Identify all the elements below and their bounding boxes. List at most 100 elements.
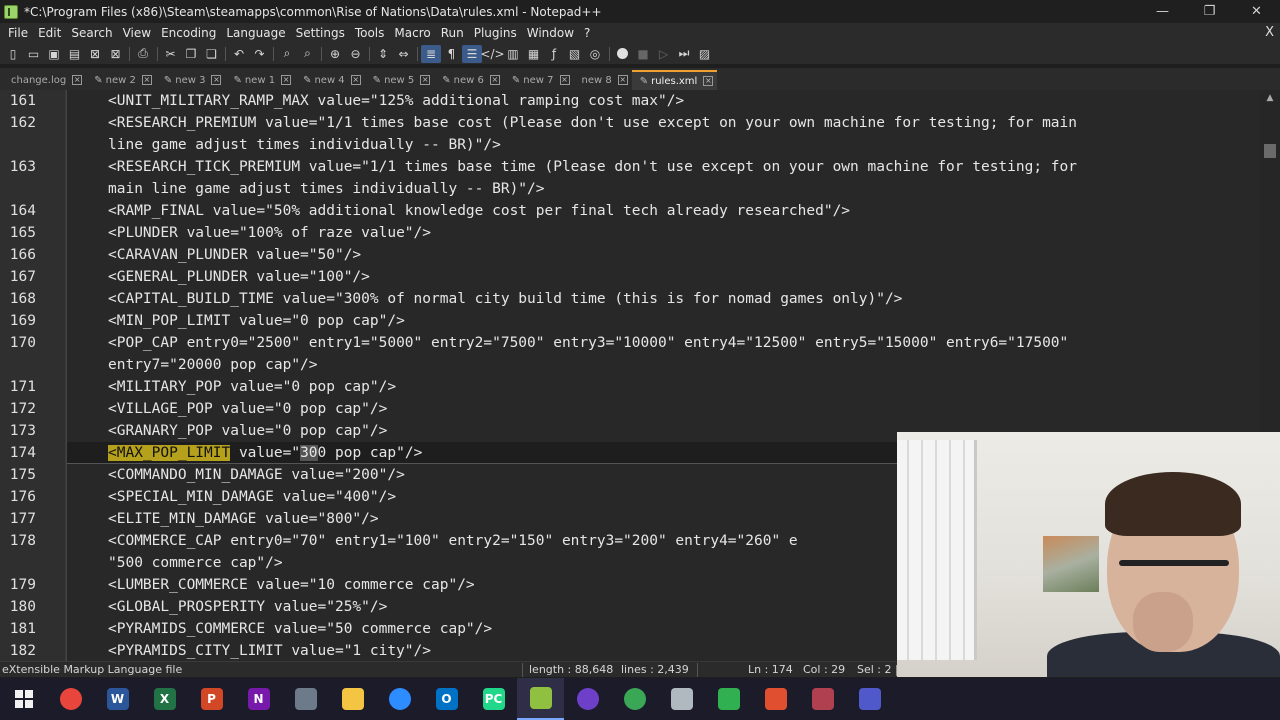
code-line[interactable]: <PYRAMIDS_CITY_LIMIT value="1 city"/> <box>108 640 431 661</box>
stop-record-icon[interactable]: ■ <box>633 45 653 63</box>
menu-run[interactable]: Run <box>436 23 469 43</box>
record-macro-icon[interactable] <box>613 45 633 63</box>
taskbar-teams-icon[interactable] <box>846 678 893 720</box>
indent-guide-icon[interactable]: ☰ <box>462 44 482 63</box>
code-line[interactable]: <SPECIAL_MIN_DAMAGE value="400"/> <box>108 486 396 508</box>
code-line[interactable]: <MILITARY_POP value="0 pop cap"/> <box>108 376 396 398</box>
tab-close-icon[interactable]: × <box>703 76 714 86</box>
monitor-icon[interactable]: ◎ <box>585 45 605 63</box>
copy-icon[interactable]: ❐ <box>181 45 201 63</box>
tab-new-1[interactable]: ✎ new 1 × <box>225 70 295 90</box>
code-line[interactable]: main line game adjust times individually… <box>108 178 545 200</box>
tab-new-5[interactable]: ✎ new 5 × <box>365 70 435 90</box>
close-all-icon[interactable]: ⊠ <box>106 45 126 63</box>
menu-window[interactable]: Window <box>522 23 579 43</box>
code-line[interactable]: <GRANARY_POP value="0 pop cap"/> <box>108 420 387 442</box>
tab-new-6[interactable]: ✎ new 6 × <box>434 70 504 90</box>
zoom-out-icon[interactable]: ⊖ <box>346 45 366 63</box>
taskbar-word-icon[interactable]: W <box>94 678 141 720</box>
tab-close-icon[interactable]: × <box>141 75 152 85</box>
tab-new-2[interactable]: ✎ new 2 × <box>86 70 156 90</box>
code-line[interactable]: <RESEARCH_TICK_PREMIUM value="1/1 times … <box>108 156 1077 178</box>
code-line[interactable]: <ELITE_MIN_DAMAGE value="800"/> <box>108 508 379 530</box>
new-file-icon[interactable]: ▯ <box>3 45 23 63</box>
code-line[interactable]: <POP_CAP entry0="2500" entry1="5000" ent… <box>108 332 1068 354</box>
taskbar-powerpoint-icon[interactable]: P <box>188 678 235 720</box>
code-line[interactable]: <CARAVAN_PLUNDER value="50"/> <box>108 244 361 266</box>
close-document-button[interactable]: X <box>1265 23 1274 43</box>
tab-new-7[interactable]: ✎ new 7 × <box>504 70 574 90</box>
menu-macro[interactable]: Macro <box>389 23 435 43</box>
code-line[interactable]: <LUMBER_COMMERCE value="10 commerce cap"… <box>108 574 475 596</box>
code-line[interactable]: "500 commerce cap"/> <box>108 552 283 574</box>
scroll-thumb[interactable] <box>1264 144 1276 158</box>
taskbar-calculator-icon[interactable] <box>282 678 329 720</box>
show-all-icon[interactable]: ¶ <box>442 45 462 63</box>
code-line[interactable]: <UNIT_MILITARY_RAMP_MAX value="125% addi… <box>108 90 684 112</box>
menu-tools[interactable]: Tools <box>350 23 390 43</box>
code-line[interactable]: entry7="20000 pop cap"/> <box>108 354 318 376</box>
print-icon[interactable]: ⎙ <box>133 45 153 63</box>
menu-settings[interactable]: Settings <box>291 23 350 43</box>
save-macro-icon[interactable]: ▨ <box>695 45 715 63</box>
code-line[interactable]: line game adjust times individually -- B… <box>108 134 501 156</box>
redo-icon[interactable]: ↷ <box>250 45 270 63</box>
find-icon[interactable]: ⌕ <box>277 45 297 63</box>
tab-new-8[interactable]: new 8 × <box>574 70 632 90</box>
menu-encoding[interactable]: Encoding <box>156 23 221 43</box>
folder-workspace-icon[interactable]: ▧ <box>565 45 585 63</box>
code-line[interactable]: <COMMANDO_MIN_DAMAGE value="200"/> <box>108 464 405 486</box>
taskbar-outlook-icon[interactable]: O <box>423 678 470 720</box>
menu-language[interactable]: Language <box>221 23 290 43</box>
undo-icon[interactable]: ↶ <box>229 45 249 63</box>
taskbar-zoom-icon[interactable] <box>376 678 423 720</box>
tab-close-icon[interactable]: × <box>489 75 500 85</box>
taskbar-file-explorer-icon[interactable] <box>329 678 376 720</box>
cut-icon[interactable]: ✂ <box>161 45 181 63</box>
open-file-icon[interactable]: ▭ <box>24 45 44 63</box>
zoom-in-icon[interactable]: ⊕ <box>325 45 345 63</box>
tab-close-icon[interactable]: × <box>211 75 222 85</box>
code-line[interactable]: <GENERAL_PLUNDER value="100"/> <box>108 266 370 288</box>
taskbar-app-portrait-icon[interactable] <box>799 678 846 720</box>
play-macro-icon[interactable]: ▷ <box>654 45 674 63</box>
taskbar-pycharm-icon[interactable]: PC <box>470 678 517 720</box>
tab-new-3[interactable]: ✎ new 3 × <box>156 70 226 90</box>
sync-v-icon[interactable]: ⇕ <box>373 45 393 63</box>
save-all-icon[interactable]: ▤ <box>65 45 85 63</box>
menu-file[interactable]: File <box>3 23 33 43</box>
menu-search[interactable]: Search <box>66 23 117 43</box>
minimize-button[interactable]: — <box>1139 0 1186 23</box>
tab-change-log[interactable]: change.log × <box>3 70 86 90</box>
function-list-icon[interactable]: ƒ <box>544 45 564 63</box>
taskbar-browser-green-icon[interactable] <box>611 678 658 720</box>
close-icon[interactable]: ⊠ <box>85 45 105 63</box>
taskbar-camtasia-icon[interactable] <box>705 678 752 720</box>
tab-close-icon[interactable]: × <box>72 75 83 85</box>
tab-close-icon[interactable]: × <box>559 75 570 85</box>
maximize-button[interactable]: ❐ <box>1186 0 1233 23</box>
doc-map-icon[interactable]: ▥ <box>503 45 523 63</box>
code-line[interactable]: <RESEARCH_PREMIUM value="1/1 times base … <box>108 112 1077 134</box>
taskbar-chrome-icon[interactable] <box>47 678 94 720</box>
save-icon[interactable]: ▣ <box>44 45 64 63</box>
taskbar-github-icon[interactable] <box>564 678 611 720</box>
taskbar-excel-icon[interactable]: X <box>141 678 188 720</box>
scroll-up-icon[interactable]: ▲ <box>1260 90 1280 106</box>
sync-h-icon[interactable]: ⇔ <box>394 45 414 63</box>
taskbar-app-red-icon[interactable] <box>752 678 799 720</box>
notepadpp-app-icon[interactable] <box>4 4 18 19</box>
close-button[interactable]: ✕ <box>1233 0 1280 23</box>
tab-new-4[interactable]: ✎ new 4 × <box>295 70 365 90</box>
tab-close-icon[interactable]: × <box>617 75 628 85</box>
taskbar-app-grey-icon[interactable] <box>658 678 705 720</box>
replace-icon[interactable]: ⌕ <box>298 45 318 63</box>
taskbar-start-icon[interactable] <box>0 678 47 720</box>
taskbar-notepadpp-icon[interactable] <box>517 678 564 720</box>
tab-close-icon[interactable]: × <box>281 75 292 85</box>
doc-list-icon[interactable]: ▦ <box>524 45 544 63</box>
code-line[interactable]: <MIN_POP_LIMIT value="0 pop cap"/> <box>108 310 405 332</box>
word-wrap-icon[interactable]: ≣ <box>421 44 441 63</box>
tab-close-icon[interactable]: × <box>350 75 361 85</box>
code-line[interactable]: <MAX_POP_LIMIT value="300 pop cap"/> <box>108 442 422 464</box>
